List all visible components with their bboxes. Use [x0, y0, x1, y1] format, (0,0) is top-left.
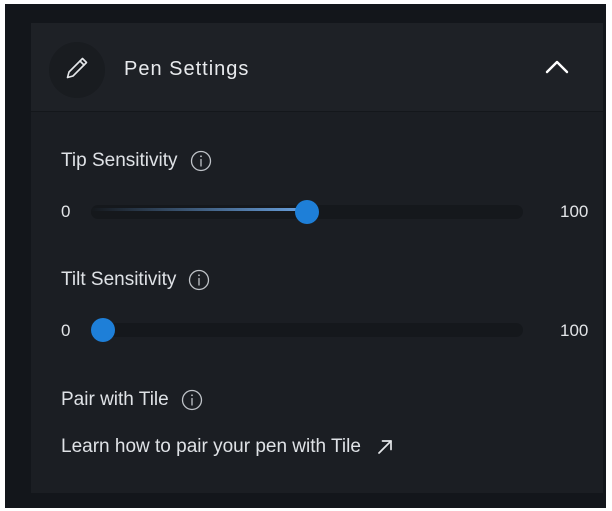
external-link-arrow-icon: [375, 437, 395, 457]
info-icon[interactable]: [190, 150, 212, 172]
app-frame: Pen Settings Tip Sensitivity 0 100 Tilt …: [5, 4, 606, 508]
tip-sensitivity-thumb[interactable]: [295, 200, 319, 224]
tip-sensitivity-max: 100: [560, 202, 589, 221]
chevron-up-icon: [544, 59, 570, 80]
info-icon[interactable]: [188, 269, 210, 291]
pen-settings-panel: Pen Settings Tip Sensitivity 0 100 Tilt …: [31, 23, 603, 493]
tilt-sensitivity-label-row: Tilt Sensitivity: [61, 269, 210, 291]
tip-sensitivity-label: Tip Sensitivity: [61, 150, 178, 171]
header-title: Pen Settings: [124, 58, 250, 80]
tip-sensitivity-label-row: Tip Sensitivity: [61, 150, 212, 172]
tip-sensitivity-fill: [91, 208, 307, 211]
pen-icon: [63, 54, 91, 87]
pen-icon-badge: [49, 42, 105, 98]
tilt-sensitivity-max: 100: [560, 321, 589, 340]
tilt-sensitivity-min: 0: [61, 321, 71, 340]
pen-settings-header[interactable]: Pen Settings: [31, 23, 603, 112]
pair-tile-help-link-text: Learn how to pair your pen with Tile: [61, 436, 361, 457]
tilt-sensitivity-thumb[interactable]: [91, 318, 115, 342]
tilt-sensitivity-label: Tilt Sensitivity: [61, 269, 177, 290]
tip-sensitivity-min: 0: [61, 202, 71, 221]
tip-sensitivity-slider[interactable]: [91, 200, 523, 224]
pair-with-tile-label: Pair with Tile: [61, 389, 169, 410]
tilt-sensitivity-slider[interactable]: [91, 318, 523, 342]
info-icon[interactable]: [181, 389, 203, 411]
pair-with-tile-label-row: Pair with Tile: [61, 389, 203, 411]
pair-tile-help-link[interactable]: Learn how to pair your pen with Tile: [61, 436, 395, 458]
collapse-toggle-button[interactable]: [542, 54, 572, 84]
